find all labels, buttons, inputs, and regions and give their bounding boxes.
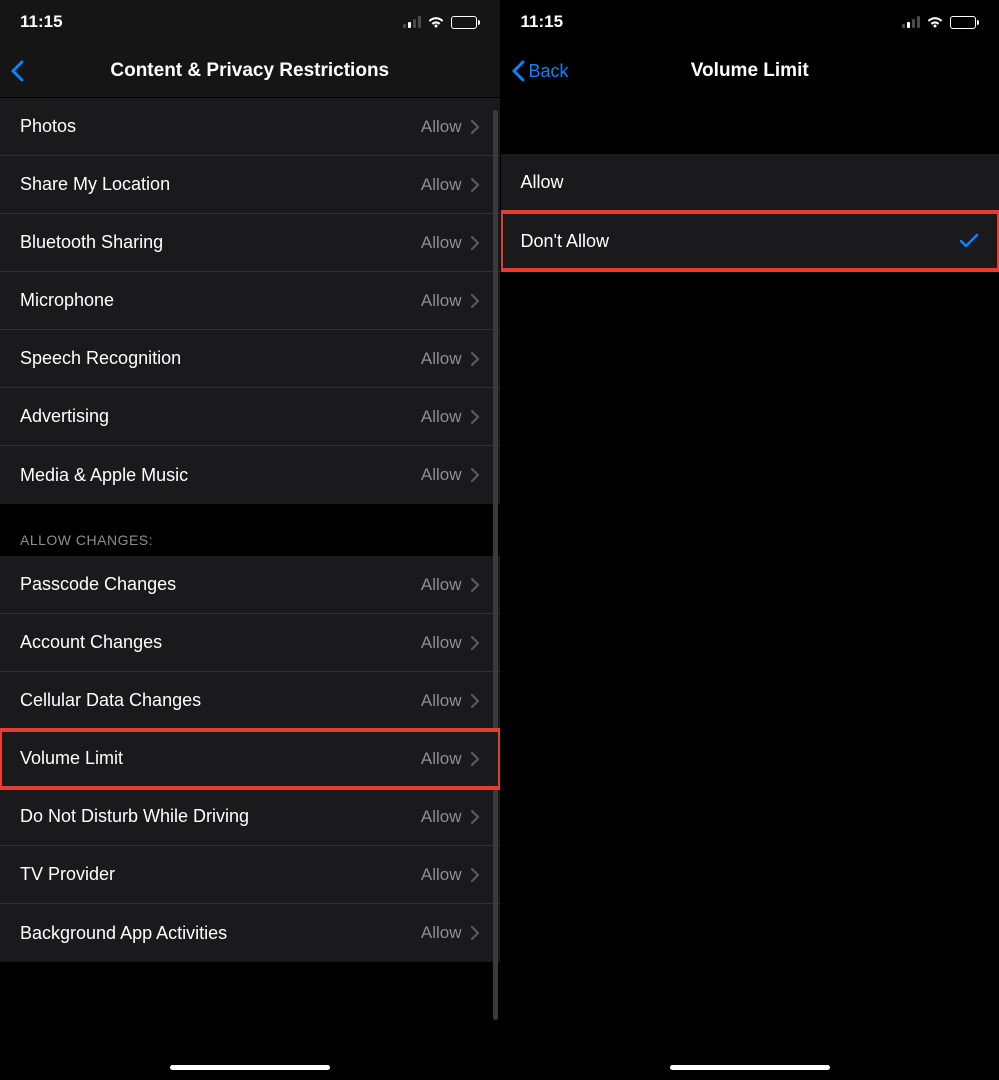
status-bar: 11:15 (501, 0, 999, 44)
options-group: Allow Don't Allow (501, 154, 999, 270)
row-label: Speech Recognition (20, 348, 421, 369)
option-label: Allow (521, 172, 980, 193)
cellular-icon (902, 16, 920, 28)
chevron-right-icon (470, 119, 480, 135)
chevron-right-icon (470, 867, 480, 883)
row-label: Account Changes (20, 632, 421, 653)
chevron-right-icon (470, 293, 480, 309)
scroll-indicator[interactable] (493, 110, 498, 1020)
nav-header: Back Volume Limit (501, 44, 999, 98)
row-value: Allow (421, 923, 462, 943)
back-button[interactable]: Back (501, 60, 569, 82)
chevron-right-icon (470, 693, 480, 709)
settings-row-tv-provider[interactable]: TV ProviderAllow (0, 846, 500, 904)
settings-row-account-changes[interactable]: Account ChangesAllow (0, 614, 500, 672)
page-title: Content & Privacy Restrictions (0, 60, 500, 82)
nav-header: Content & Privacy Restrictions (0, 44, 500, 98)
row-value: Allow (421, 865, 462, 885)
status-bar: 11:15 (0, 0, 500, 44)
status-icons (902, 15, 979, 29)
row-value: Allow (421, 117, 462, 137)
chevron-right-icon (470, 925, 480, 941)
row-value: Allow (421, 349, 462, 369)
settings-row-advertising[interactable]: AdvertisingAllow (0, 388, 500, 446)
back-button[interactable] (0, 60, 28, 82)
chevron-left-icon (511, 60, 525, 82)
chevron-right-icon (470, 409, 480, 425)
wifi-icon (427, 15, 445, 29)
settings-group-allow-changes: Passcode ChangesAllowAccount ChangesAllo… (0, 556, 500, 962)
wifi-icon (926, 15, 944, 29)
status-icons (403, 15, 480, 29)
settings-row-media-apple-music[interactable]: Media & Apple MusicAllow (0, 446, 500, 504)
battery-icon (950, 16, 979, 29)
chevron-right-icon (470, 635, 480, 651)
chevron-right-icon (470, 751, 480, 767)
chevron-right-icon (470, 577, 480, 593)
settings-content: PhotosAllowShare My LocationAllowBluetoo… (0, 98, 500, 1080)
screen-volume-limit: 11:15 Back Volume Limit Allow Don't Allow (500, 0, 999, 1080)
status-time: 11:15 (521, 12, 903, 32)
chevron-right-icon (470, 467, 480, 483)
row-label: Bluetooth Sharing (20, 232, 421, 253)
settings-content: Allow Don't Allow (501, 98, 999, 1080)
row-label: Microphone (20, 290, 421, 311)
home-indicator[interactable] (170, 1065, 330, 1070)
row-value: Allow (421, 175, 462, 195)
row-label: Advertising (20, 406, 421, 427)
settings-row-cellular-data-changes[interactable]: Cellular Data ChangesAllow (0, 672, 500, 730)
cellular-icon (403, 16, 421, 28)
chevron-right-icon (470, 235, 480, 251)
row-label: TV Provider (20, 864, 421, 885)
settings-group-privacy: PhotosAllowShare My LocationAllowBluetoo… (0, 98, 500, 504)
settings-row-volume-limit[interactable]: Volume LimitAllow (0, 730, 500, 788)
row-label: Background App Activities (20, 923, 421, 944)
chevron-right-icon (470, 809, 480, 825)
row-value: Allow (421, 691, 462, 711)
row-value: Allow (421, 407, 462, 427)
option-allow[interactable]: Allow (501, 154, 999, 212)
settings-row-bluetooth-sharing[interactable]: Bluetooth SharingAllow (0, 214, 500, 272)
screen-restrictions: 11:15 Content & Privacy Restrictions Pho… (0, 0, 500, 1080)
row-label: Photos (20, 116, 421, 137)
settings-row-share-my-location[interactable]: Share My LocationAllow (0, 156, 500, 214)
row-value: Allow (421, 807, 462, 827)
battery-icon (451, 16, 480, 29)
option-don-t-allow[interactable]: Don't Allow (501, 212, 999, 270)
checkmark-icon (959, 233, 979, 249)
chevron-right-icon (470, 351, 480, 367)
row-label: Share My Location (20, 174, 421, 195)
chevron-left-icon (10, 60, 24, 82)
row-label: Do Not Disturb While Driving (20, 806, 421, 827)
page-title: Volume Limit (501, 60, 999, 82)
row-label: Passcode Changes (20, 574, 421, 595)
section-header-allow-changes: Allow Changes: (0, 504, 500, 556)
settings-row-photos[interactable]: PhotosAllow (0, 98, 500, 156)
settings-row-do-not-disturb-while-driving[interactable]: Do Not Disturb While DrivingAllow (0, 788, 500, 846)
row-label: Media & Apple Music (20, 465, 421, 486)
row-value: Allow (421, 575, 462, 595)
home-indicator[interactable] (670, 1065, 830, 1070)
back-label: Back (529, 61, 569, 82)
row-label: Volume Limit (20, 748, 421, 769)
settings-row-background-app-activities[interactable]: Background App ActivitiesAllow (0, 904, 500, 962)
row-value: Allow (421, 465, 462, 485)
row-label: Cellular Data Changes (20, 690, 421, 711)
row-value: Allow (421, 233, 462, 253)
settings-row-passcode-changes[interactable]: Passcode ChangesAllow (0, 556, 500, 614)
row-value: Allow (421, 291, 462, 311)
status-time: 11:15 (20, 12, 403, 32)
option-label: Don't Allow (521, 231, 960, 252)
settings-row-speech-recognition[interactable]: Speech RecognitionAllow (0, 330, 500, 388)
settings-row-microphone[interactable]: MicrophoneAllow (0, 272, 500, 330)
chevron-right-icon (470, 177, 480, 193)
row-value: Allow (421, 633, 462, 653)
row-value: Allow (421, 749, 462, 769)
